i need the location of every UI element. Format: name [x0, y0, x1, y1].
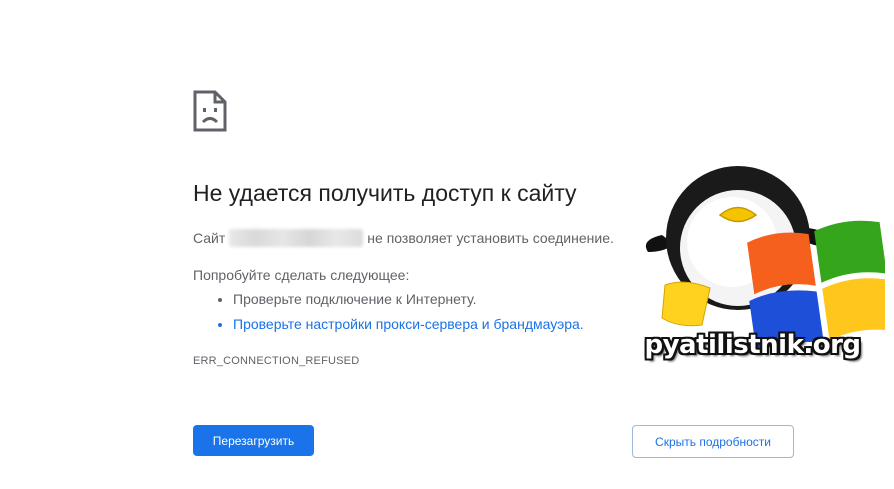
blurred-hostname: [229, 229, 364, 247]
reload-button[interactable]: Перезагрузить: [193, 425, 314, 456]
watermark-text: pyatilistnik.org: [644, 330, 861, 360]
description-suffix: не позволяет установить соединение.: [367, 230, 614, 246]
suggestions-label: Попробуйте сделать следующее:: [193, 267, 410, 283]
page-title: Не удается получить доступ к сайту: [193, 180, 577, 206]
sad-page-icon: [193, 90, 227, 132]
hide-details-button[interactable]: Скрыть подробности: [632, 425, 794, 458]
suggestions-list: Проверьте подключение к Интернету. Прове…: [193, 290, 584, 340]
description-prefix: Сайт: [193, 230, 226, 246]
error-page: Не удается получить доступ к сайту Сайт …: [0, 0, 894, 489]
penguin-logo-icon: [645, 166, 894, 353]
error-description: Сайт не позволяет установить соединение.: [193, 229, 614, 247]
suggestion-proxy-firewall-link[interactable]: Проверьте настройки прокси-сервера и бра…: [233, 316, 584, 332]
site-watermark-logo: pyatilistnik.org: [640, 160, 894, 400]
suggestion-check-connection: Проверьте подключение к Интернету.: [233, 291, 477, 307]
error-code: ERR_CONNECTION_REFUSED: [193, 355, 360, 367]
list-item: Проверьте настройки прокси-сервера и бра…: [233, 315, 584, 333]
list-item: Проверьте подключение к Интернету.: [233, 290, 584, 308]
